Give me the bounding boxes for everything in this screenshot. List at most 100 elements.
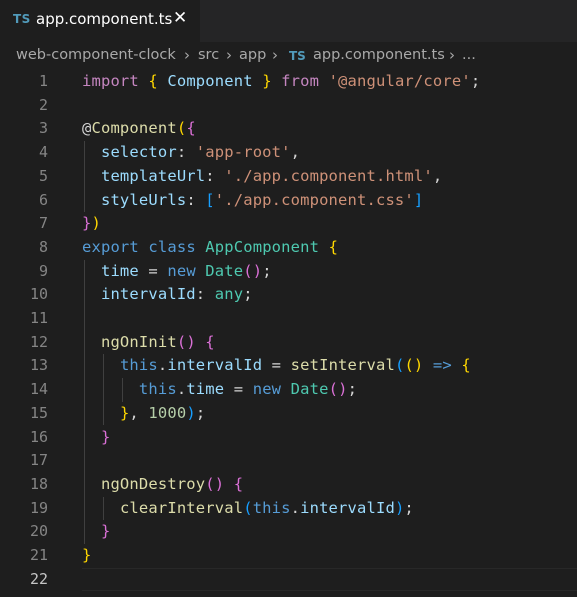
code-text: import { Component } from '@angular/core…: [82, 70, 480, 94]
code-token: Date: [290, 380, 329, 399]
code-token: '@angular/core': [328, 72, 471, 90]
code-line[interactable]: 14 this.time = new Date();: [0, 378, 577, 402]
code-token: setInterval: [290, 356, 395, 375]
line-number: 1: [38, 72, 48, 90]
code-token: 'app-root': [195, 143, 291, 162]
code-line[interactable]: 4 selector: 'app-root',: [0, 141, 577, 165]
code-line[interactable]: 8 export class AppComponent {: [0, 236, 577, 260]
line-number: 21: [29, 546, 48, 564]
code-line[interactable]: 19 clearInterval(this.intervalId);: [0, 497, 577, 521]
code-token: {: [186, 119, 196, 138]
code-text: templateUrl: './app.component.html',: [82, 165, 442, 189]
code-line[interactable]: 17: [0, 449, 577, 473]
code-line[interactable]: 10 intervalId: any;: [0, 283, 577, 307]
code-token: this: [252, 498, 291, 517]
tab-label: app.component.ts: [36, 10, 173, 28]
code-token: .: [290, 498, 301, 517]
code-text: time = new Date();: [82, 260, 272, 284]
code-text: this.time = new Date();: [82, 378, 357, 402]
code-line[interactable]: 2: [0, 94, 577, 118]
code-line[interactable]: 9 time = new Date();: [0, 260, 577, 284]
code-token: (: [176, 332, 187, 351]
line-number: 20: [29, 522, 48, 541]
code-line[interactable]: 16 }: [0, 426, 577, 450]
code-token: Date: [205, 261, 244, 280]
code-line[interactable]: 5 templateUrl: './app.component.html',: [0, 165, 577, 189]
code-token: {: [233, 474, 244, 493]
code-token: ngOnDestroy: [100, 474, 206, 493]
line-number: 11: [29, 309, 48, 327]
code-token: ;: [262, 261, 272, 280]
code-token: time: [100, 261, 139, 280]
code-token: {: [205, 332, 215, 351]
code-editor[interactable]: 1 import { Component } from '@angular/cor…: [0, 70, 577, 597]
code-text: }: [82, 544, 91, 568]
code-token: export: [82, 237, 139, 256]
code-text: }): [82, 212, 101, 236]
code-token: any: [214, 285, 244, 304]
chevron-right-icon: ›: [272, 46, 278, 64]
code-token: import: [82, 72, 139, 90]
code-token: ): [338, 380, 348, 399]
code-text: ngOnInit() {: [82, 331, 215, 355]
code-token: Component: [91, 119, 177, 138]
code-token: }: [262, 72, 272, 90]
tab-app-component-ts[interactable]: TS app.component.ts ✕: [0, 0, 200, 42]
breadcrumb-item-folder-root[interactable]: web-component-clock: [16, 47, 176, 63]
code-token: intervalId: [167, 356, 263, 375]
code-text: }: [82, 520, 110, 544]
line-number: 14: [29, 380, 48, 399]
code-line[interactable]: 15 }, 1000);: [0, 402, 577, 426]
code-token: .: [157, 356, 168, 375]
code-token: ,: [432, 166, 443, 185]
code-token: ;: [404, 498, 414, 517]
code-line[interactable]: 1 import { Component } from '@angular/cor…: [0, 70, 577, 94]
code-token: }: [119, 403, 130, 422]
code-line[interactable]: 12 ngOnInit() {: [0, 331, 577, 355]
code-token: [: [205, 190, 215, 209]
code-token: ,: [290, 143, 301, 162]
code-token: AppComponent: [205, 237, 320, 256]
code-text: }: [82, 426, 110, 450]
code-line[interactable]: 13 this.intervalId = setInterval(() => {: [0, 354, 577, 378]
code-text: selector: 'app-root',: [82, 141, 300, 165]
breadcrumb-item-symbols[interactable]: ...: [462, 47, 476, 63]
code-token: :: [205, 166, 225, 185]
code-token: ;: [195, 403, 206, 422]
breadcrumb-item-app[interactable]: app: [239, 47, 266, 63]
code-line[interactable]: 6 styleUrls: ['./app.component.css']: [0, 189, 577, 213]
code-text: ngOnDestroy() {: [82, 473, 243, 497]
code-line[interactable]: 3 @Component({: [0, 117, 577, 141]
code-line[interactable]: 22: [0, 567, 577, 592]
breadcrumb-item-file[interactable]: app.component.ts: [313, 47, 445, 63]
close-icon[interactable]: ✕: [173, 8, 187, 28]
typescript-file-icon: TS: [13, 12, 31, 26]
code-token: {: [148, 72, 158, 90]
line-number: 7: [38, 214, 48, 233]
code-text: @Component({: [82, 117, 196, 141]
code-line[interactable]: 18 ngOnDestroy() {: [0, 473, 577, 497]
code-token: ): [91, 214, 101, 233]
code-line[interactable]: 20 }: [0, 520, 577, 544]
code-token: (: [243, 261, 253, 280]
line-number: 9: [38, 261, 48, 280]
code-token: {: [328, 237, 339, 256]
code-line[interactable]: 21}: [0, 544, 577, 568]
code-line[interactable]: 7}): [0, 212, 577, 236]
line-number: 3: [38, 119, 48, 138]
code-line[interactable]: 11: [0, 307, 577, 331]
breadcrumb-item-src[interactable]: src: [198, 47, 219, 63]
